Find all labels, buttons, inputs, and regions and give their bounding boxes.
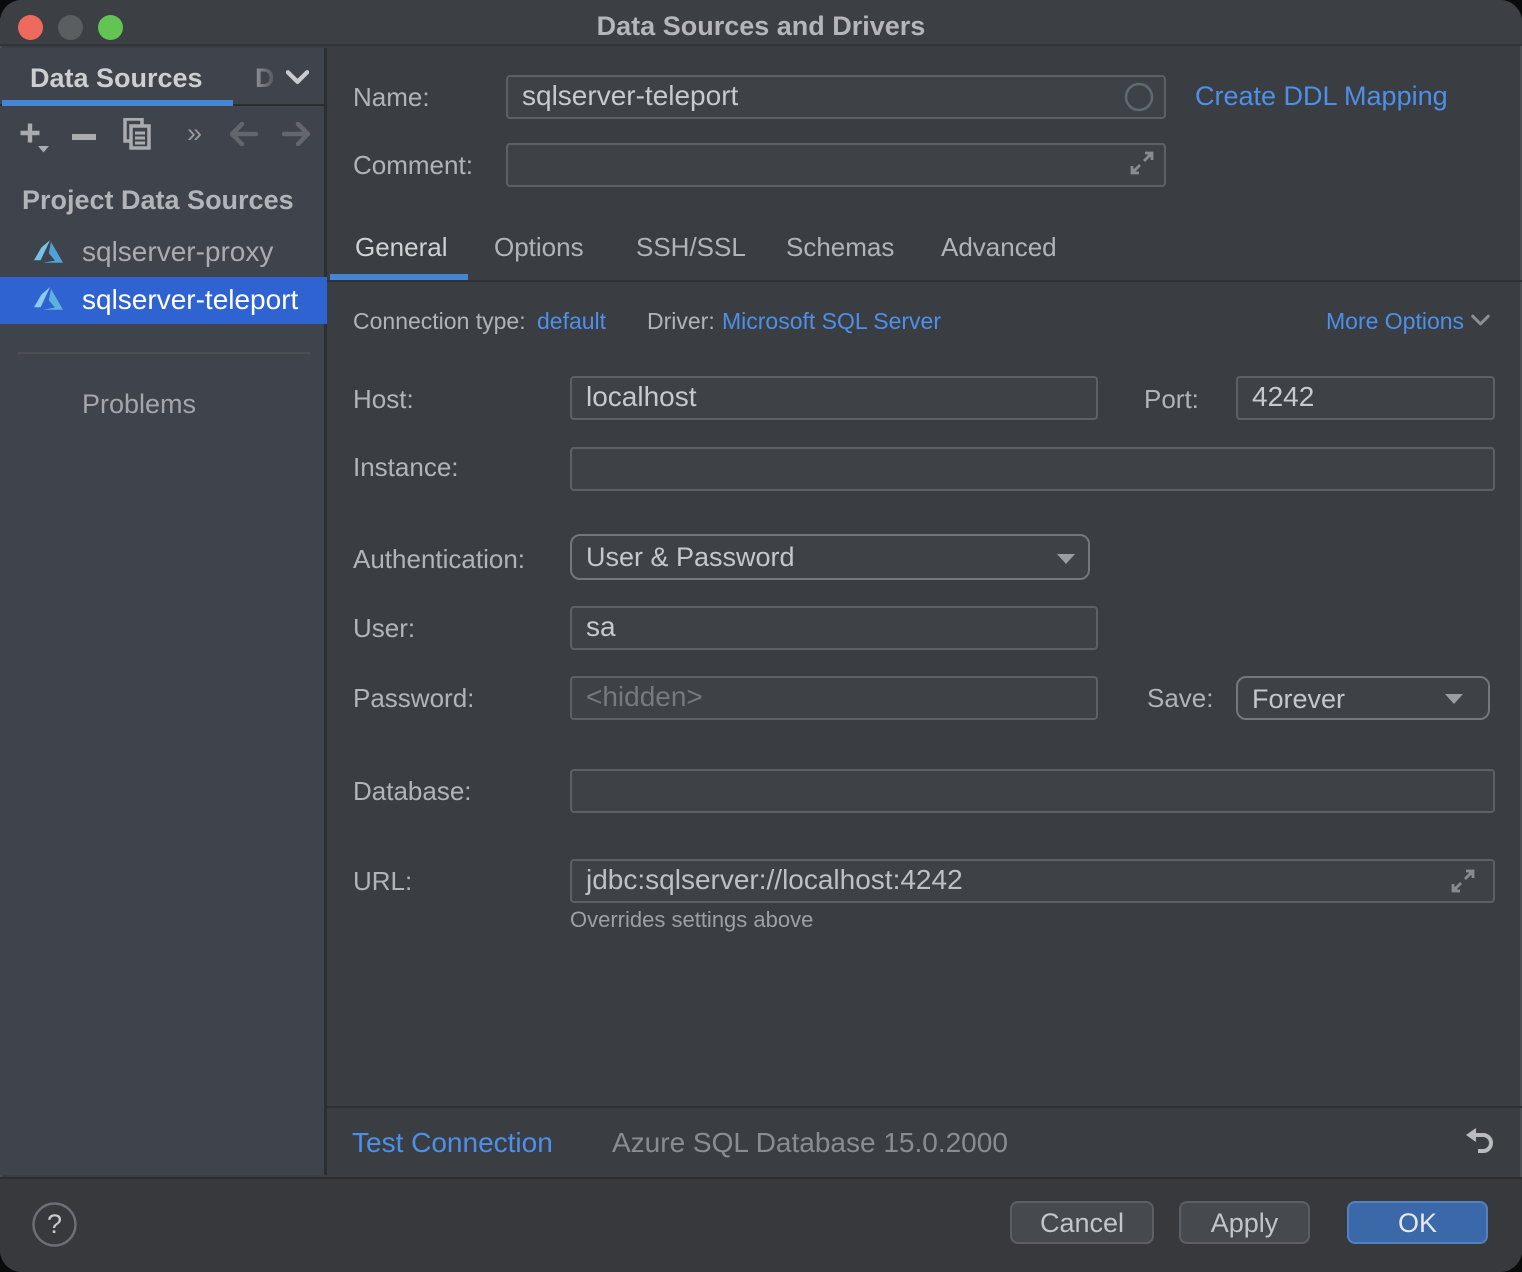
svg-text:?: ? [47, 1209, 62, 1239]
